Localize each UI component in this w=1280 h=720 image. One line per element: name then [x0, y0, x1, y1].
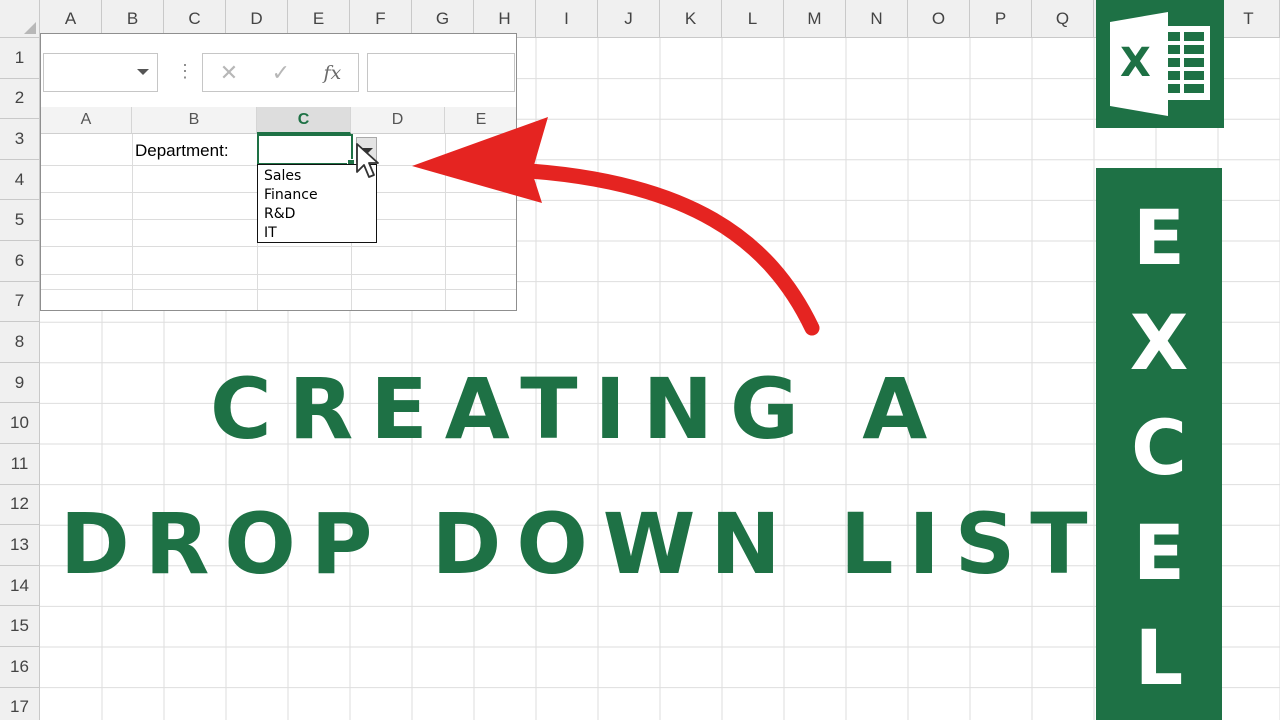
- excel-vertical-banner: E X C E L: [1096, 168, 1222, 720]
- logo-letter: X: [1120, 40, 1151, 86]
- banner-letter: L: [1134, 612, 1184, 702]
- headline-line-1: CREATING A: [210, 360, 945, 458]
- dropdown-option[interactable]: R&D: [264, 205, 376, 224]
- inset-column-header[interactable]: E: [445, 107, 516, 134]
- inset-excel-window: ⋮ ✕ ✓ fx ABCDE Department: Sales Finance…: [40, 33, 517, 311]
- excel-logo: X: [1096, 0, 1224, 128]
- mouse-pointer-icon: [356, 143, 379, 178]
- chevron-down-icon[interactable]: [137, 69, 149, 75]
- vertical-dots-icon: ⋮: [176, 61, 195, 81]
- inset-column-header[interactable]: C: [257, 107, 351, 134]
- cancel-icon[interactable]: ✕: [220, 60, 238, 86]
- confirm-icon[interactable]: ✓: [272, 60, 290, 86]
- department-label: Department:: [135, 141, 229, 160]
- inset-column-header[interactable]: A: [41, 107, 132, 134]
- inset-column-header[interactable]: D: [351, 107, 445, 134]
- inset-column-line: [132, 134, 133, 310]
- inset-column-header[interactable]: B: [132, 107, 257, 134]
- name-box[interactable]: [43, 53, 158, 92]
- dropdown-option[interactable]: IT: [264, 224, 376, 243]
- selected-cell-c3[interactable]: [257, 134, 355, 167]
- formula-buttons: ✕ ✓ fx: [202, 53, 359, 92]
- dropdown-option[interactable]: Finance: [264, 186, 376, 205]
- banner-letter: E: [1133, 507, 1185, 597]
- banner-letter: X: [1129, 298, 1189, 388]
- inset-column-line: [445, 134, 446, 310]
- headline-line-2: DROP DOWN LIST: [60, 495, 1103, 593]
- banner-letter: E: [1133, 193, 1185, 283]
- insert-function-icon[interactable]: fx: [324, 62, 342, 84]
- banner-letter: C: [1131, 402, 1187, 492]
- formula-input[interactable]: [367, 53, 515, 92]
